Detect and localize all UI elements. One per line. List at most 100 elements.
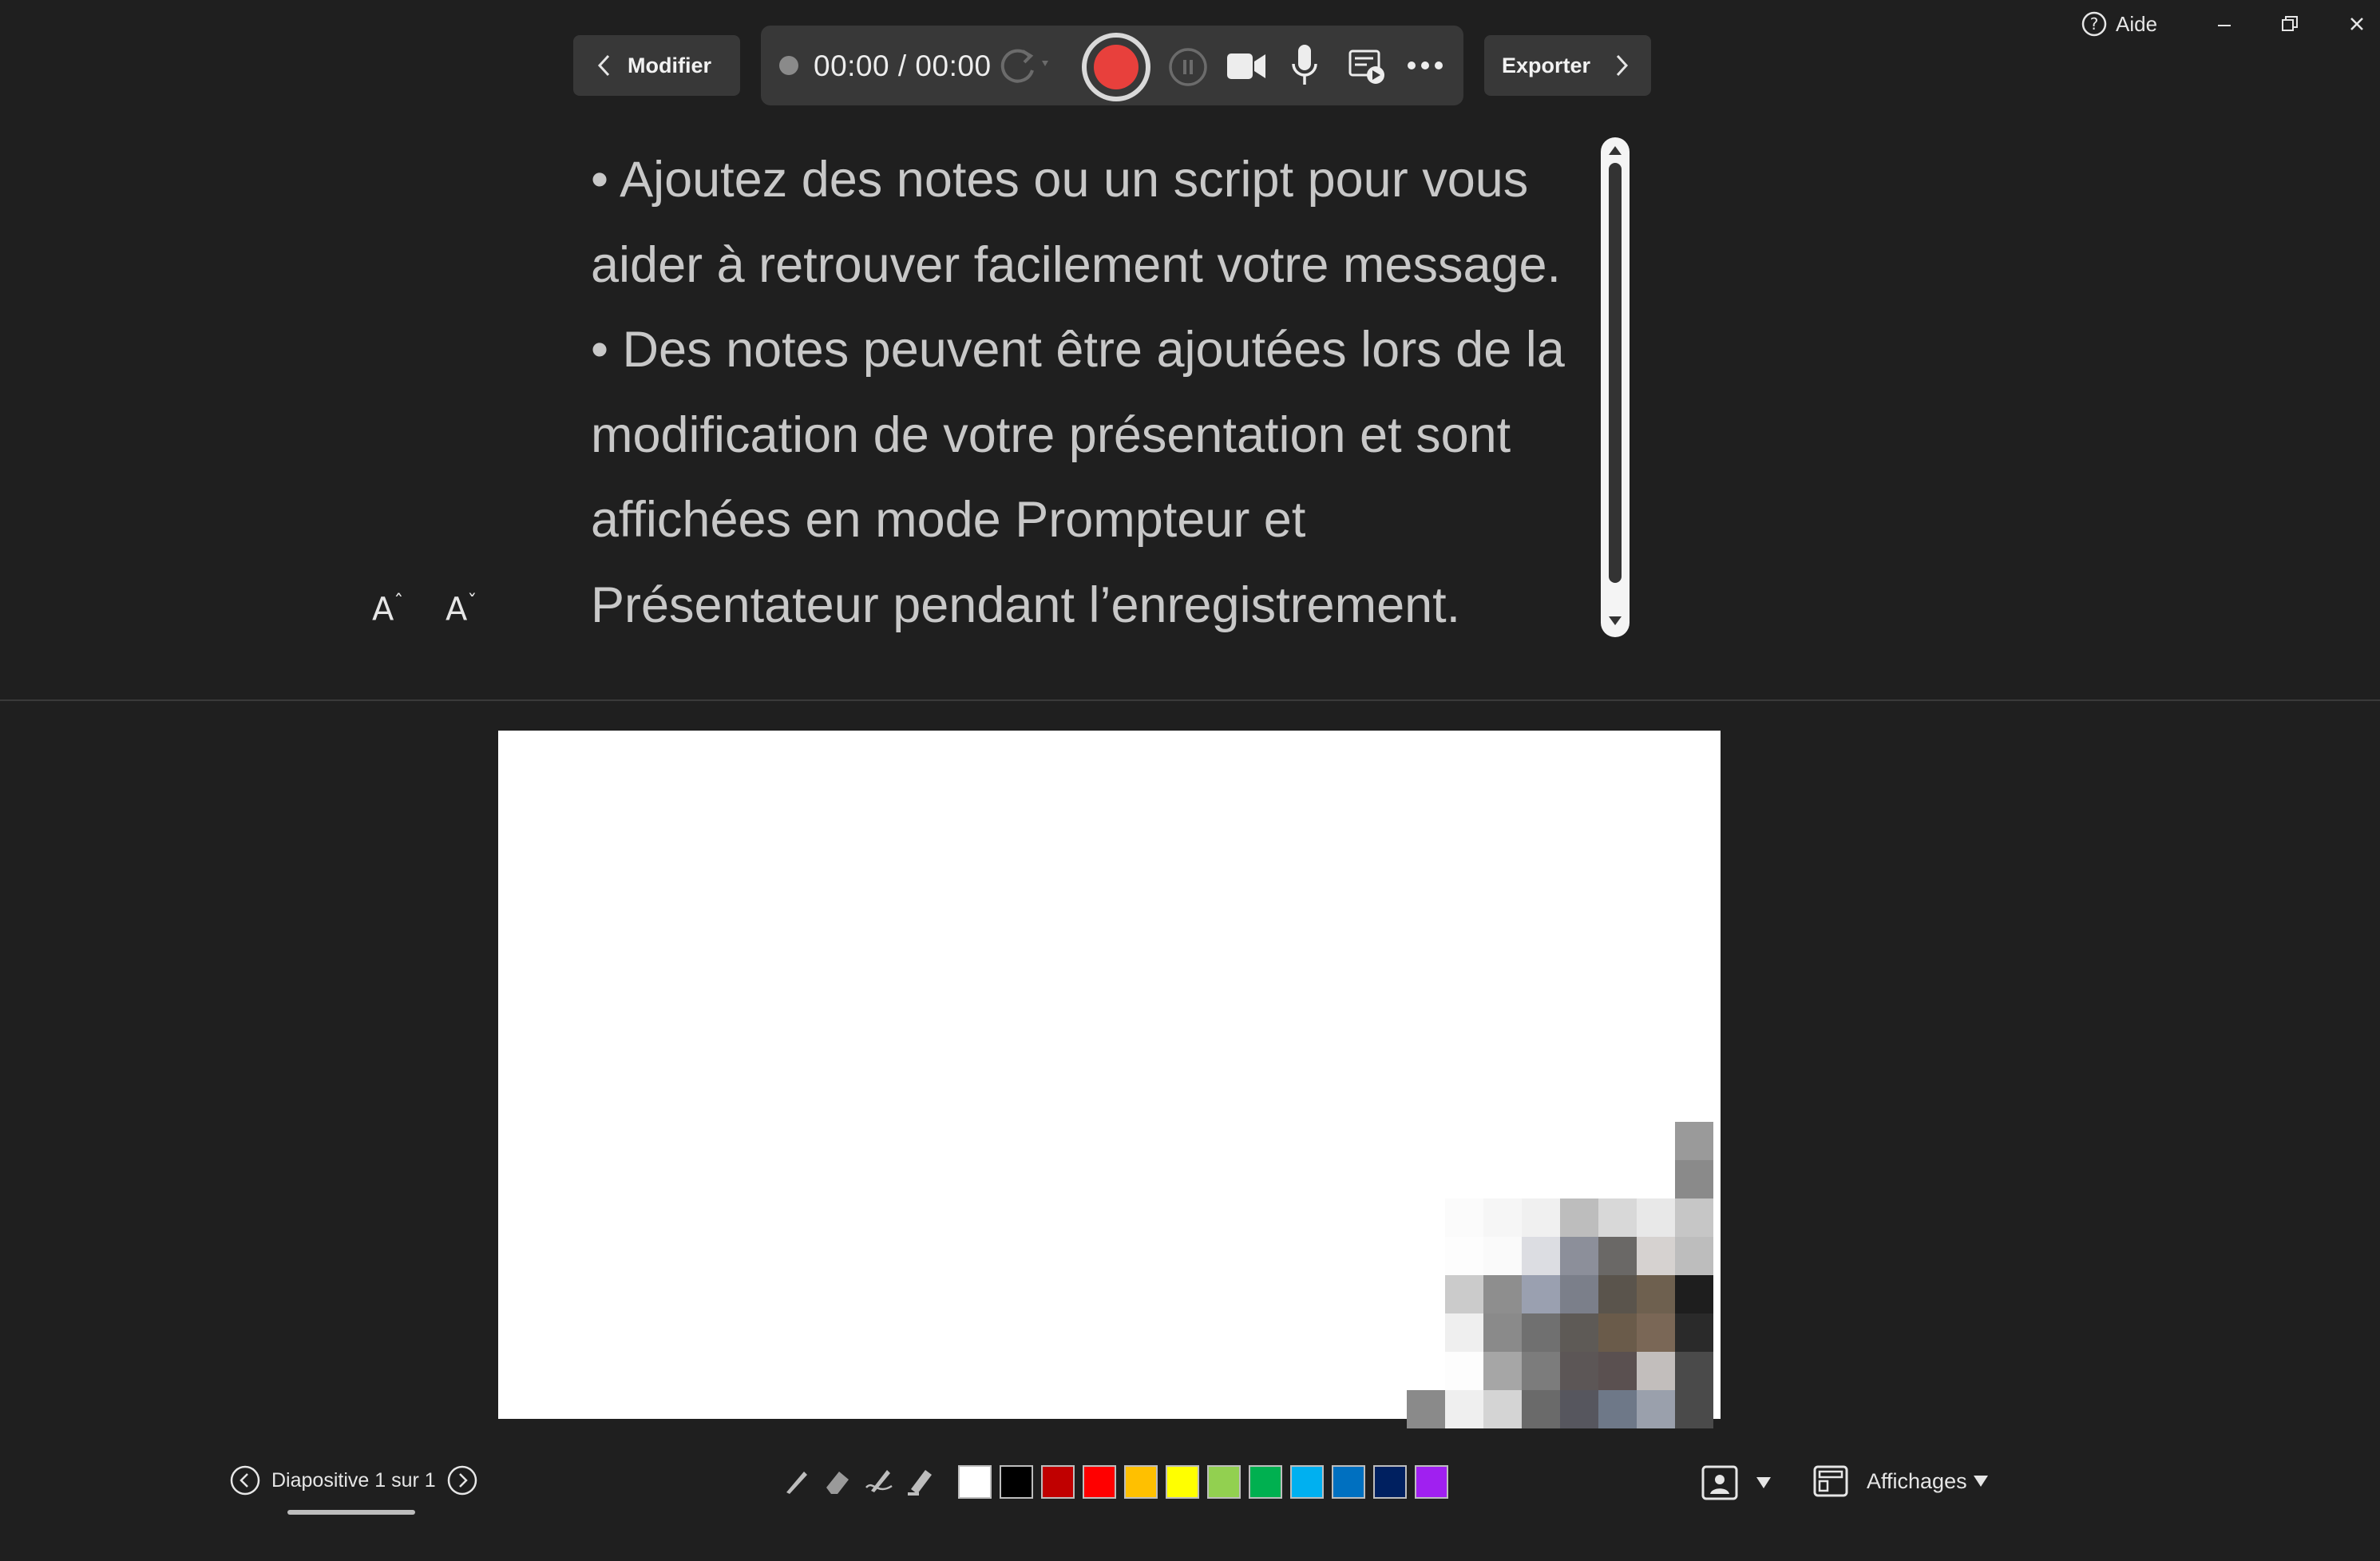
camera-pixel: [1522, 1198, 1560, 1237]
camera-pixel: [1445, 1198, 1483, 1237]
decrease-font-button[interactable]: Aˇ: [446, 591, 477, 628]
camera-pixel: [1445, 1275, 1483, 1313]
color-swatch[interactable]: [1083, 1465, 1116, 1499]
color-swatch[interactable]: [1332, 1465, 1365, 1499]
scroll-down-icon: [1609, 616, 1622, 625]
retake-icon[interactable]: [1000, 46, 1059, 85]
divider: [0, 699, 2380, 701]
camera-pixel: [1637, 1313, 1675, 1352]
camera-pixel: [1675, 1275, 1713, 1313]
recording-timer: 00:00 / 00:00: [814, 50, 992, 82]
chevron-left-icon: [597, 54, 610, 77]
camera-pixel: [1675, 1160, 1713, 1198]
notes-line: modification de votre présentation et so…: [591, 406, 1511, 463]
teleprompter-icon[interactable]: [1348, 48, 1386, 86]
scrollbar-thumb[interactable]: [1609, 163, 1622, 583]
camera-pixel: [1675, 1390, 1713, 1428]
camera-pixel: [1637, 1352, 1675, 1390]
camera-pixel: [1675, 1313, 1713, 1352]
teleprompter-notes[interactable]: • Ajoutez des notes ou un script pour vo…: [591, 137, 1605, 648]
camera-pixel: [1445, 1237, 1483, 1275]
caret-down-icon: [1973, 1476, 1988, 1487]
camera-pixel: [1560, 1313, 1598, 1352]
highlighter-icon[interactable]: [904, 1464, 937, 1498]
color-swatch[interactable]: [1290, 1465, 1324, 1499]
camera-pixel: [1598, 1198, 1637, 1237]
modifier-button[interactable]: Modifier: [573, 35, 740, 96]
pause-icon[interactable]: [1167, 46, 1209, 88]
camera-pixel: [1637, 1198, 1675, 1237]
notes-scrollbar[interactable]: [1601, 137, 1630, 637]
camera-layout-selector[interactable]: [1701, 1464, 1772, 1501]
help-label: Aide: [2116, 11, 2158, 36]
color-swatch[interactable]: [1000, 1465, 1033, 1499]
camera-pixel: [1522, 1275, 1560, 1313]
camera-pixel: [1598, 1390, 1637, 1428]
camera-pixel: [1637, 1237, 1675, 1275]
views-menu[interactable]: Affichages: [1812, 1464, 1990, 1498]
restore-button[interactable]: [2271, 6, 2309, 42]
increase-font-label: A: [372, 591, 394, 628]
views-layout-icon: [1813, 1465, 1848, 1497]
microphone-icon[interactable]: [1290, 43, 1319, 88]
minimize-button[interactable]: [2205, 6, 2243, 42]
camera-pixel: [1560, 1390, 1598, 1428]
status-dot-icon: [779, 56, 798, 75]
notes-line: Présentateur pendant l’enregistrement.: [591, 576, 1461, 633]
increase-font-mark: ˆ: [394, 591, 404, 613]
color-swatch[interactable]: [1415, 1465, 1448, 1499]
minimize-icon: [2218, 25, 2231, 26]
restore-icon: [2282, 16, 2298, 31]
more-icon[interactable]: [1407, 59, 1443, 72]
camera-pixel: [1445, 1352, 1483, 1390]
camera-pixel: [1483, 1313, 1522, 1352]
camera-pixel: [1598, 1352, 1637, 1390]
chevron-right-icon: [1616, 54, 1629, 77]
exporter-label: Exporter: [1502, 53, 1591, 77]
camera-pixel: [1522, 1352, 1560, 1390]
camera-pixel: [1522, 1313, 1560, 1352]
camera-pixel: [1675, 1352, 1713, 1390]
decrease-font-mark: ˇ: [467, 591, 477, 613]
eraser-icon[interactable]: [821, 1464, 854, 1498]
notes-line: • Ajoutez des notes ou un script pour vo…: [591, 152, 1529, 208]
camera-icon[interactable]: [1226, 50, 1267, 82]
camera-pixel: [1407, 1390, 1445, 1428]
notes-line: aider à retrouver facilement votre messa…: [591, 236, 1562, 293]
color-swatch[interactable]: [1207, 1465, 1241, 1499]
svg-text:?: ?: [2090, 14, 2099, 34]
camera-pixel: [1483, 1352, 1522, 1390]
decrease-font-label: A: [446, 591, 468, 628]
camera-pixel: [1483, 1390, 1522, 1428]
pen-style-icon[interactable]: [862, 1464, 896, 1498]
close-button[interactable]: [2338, 6, 2376, 42]
camera-pixel: [1598, 1313, 1637, 1352]
camera-pixel: [1637, 1275, 1675, 1313]
color-palette: [958, 1465, 1448, 1499]
color-swatch[interactable]: [1166, 1465, 1199, 1499]
color-swatch[interactable]: [1041, 1465, 1075, 1499]
record-icon[interactable]: [1081, 32, 1151, 102]
camera-pixel: [1560, 1237, 1598, 1275]
camera-pixel: [1560, 1198, 1598, 1237]
color-swatch[interactable]: [1373, 1465, 1407, 1499]
color-swatch[interactable]: [1124, 1465, 1158, 1499]
camera-pixel: [1598, 1237, 1637, 1275]
help-button[interactable]: ? Aide: [2081, 8, 2157, 40]
color-swatch[interactable]: [958, 1465, 992, 1499]
camera-pixel: [1483, 1275, 1522, 1313]
previous-slide-icon[interactable]: [230, 1465, 260, 1496]
question-circle-icon: ?: [2081, 10, 2108, 38]
pen-icon[interactable]: [779, 1464, 813, 1498]
camera-layout-icon: [1701, 1465, 1738, 1500]
close-icon: [2350, 18, 2363, 30]
camera-pixel: [1445, 1390, 1483, 1428]
color-swatch[interactable]: [1249, 1465, 1282, 1499]
increase-font-button[interactable]: Aˆ: [372, 591, 403, 628]
next-slide-icon[interactable]: [447, 1465, 477, 1496]
camera-pixel: [1675, 1198, 1713, 1237]
exporter-button[interactable]: Exporter: [1484, 35, 1651, 96]
scroll-up-icon: [1609, 146, 1622, 155]
slide-counter: Diapositive 1 sur 1: [271, 1468, 436, 1492]
camera-preview-pixelated: [1405, 1122, 1772, 1428]
